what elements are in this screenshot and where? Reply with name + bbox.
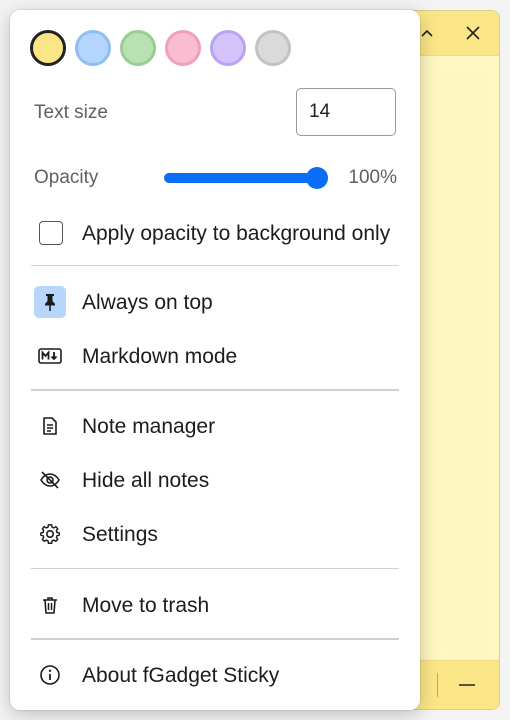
menu-item-label: Hide all notes <box>82 469 210 492</box>
gear-icon-container <box>34 518 66 550</box>
chevron-up-icon <box>421 29 433 37</box>
minus-icon <box>459 684 475 686</box>
menu-item-label: Markdown mode <box>82 345 238 368</box>
eye-off-icon <box>40 471 60 489</box>
menu-item-label: Move to trash <box>82 594 210 617</box>
menu-item-label: Settings <box>82 523 158 546</box>
menu-item-move-to-trash[interactable]: Move to trash <box>10 581 420 629</box>
trash-icon-container <box>34 589 66 621</box>
info-icon <box>40 665 60 685</box>
color-swatch-green[interactable] <box>120 30 156 66</box>
menu-item-label: Always on top <box>82 291 213 314</box>
color-swatch-gray[interactable] <box>255 30 291 66</box>
color-swatch-purple[interactable] <box>210 30 246 66</box>
menu-item-label: Note manager <box>82 415 216 438</box>
info-icon-container <box>34 659 66 691</box>
text-size-input[interactable] <box>296 88 396 136</box>
trash-icon <box>43 597 57 614</box>
menu-item-label: About fGadget Sticky <box>82 664 280 687</box>
pin-icon-container <box>34 286 66 318</box>
color-swatch-pink[interactable] <box>165 30 201 66</box>
eye-off-icon-container <box>34 464 66 496</box>
apply-opacity-checkbox[interactable] <box>39 221 63 245</box>
apply-opacity-label[interactable]: Apply opacity to background only <box>82 222 390 246</box>
markdown-icon <box>38 348 62 364</box>
menu-item-about[interactable]: About fGadget Sticky <box>10 651 420 699</box>
note-options-menu: Text size Opacity 100% Apply opacity to … <box>10 10 420 710</box>
menu-item-note-manager[interactable]: Note manager <box>10 402 420 450</box>
close-button[interactable] <box>459 19 487 47</box>
menu-item-hide-all-notes[interactable]: Hide all notes <box>10 456 420 504</box>
markdown-icon-container <box>34 340 66 372</box>
menu-divider <box>31 389 399 391</box>
menu-item-settings[interactable]: Settings <box>10 510 420 558</box>
close-icon <box>466 26 480 40</box>
menu-divider <box>31 265 399 266</box>
opacity-slider-track[interactable] <box>164 173 318 183</box>
document-icon-container <box>34 410 66 442</box>
menu-divider <box>31 568 399 569</box>
toolbar-divider <box>437 673 438 697</box>
menu-item-always-on-top[interactable]: Always on top <box>10 278 420 326</box>
opacity-label: Opacity <box>34 167 99 188</box>
opacity-value: 100% <box>348 167 397 188</box>
document-icon <box>43 417 57 435</box>
color-swatches <box>30 30 291 70</box>
color-swatch-yellow[interactable] <box>30 30 66 66</box>
minimize-button[interactable] <box>453 671 481 699</box>
menu-item-markdown-mode[interactable]: Markdown mode <box>10 332 420 380</box>
gear-icon <box>40 524 60 544</box>
pin-icon <box>45 294 55 311</box>
text-size-label: Text size <box>34 102 108 123</box>
opacity-slider-thumb[interactable] <box>306 167 328 189</box>
menu-divider <box>31 638 399 640</box>
color-swatch-blue[interactable] <box>75 30 111 66</box>
